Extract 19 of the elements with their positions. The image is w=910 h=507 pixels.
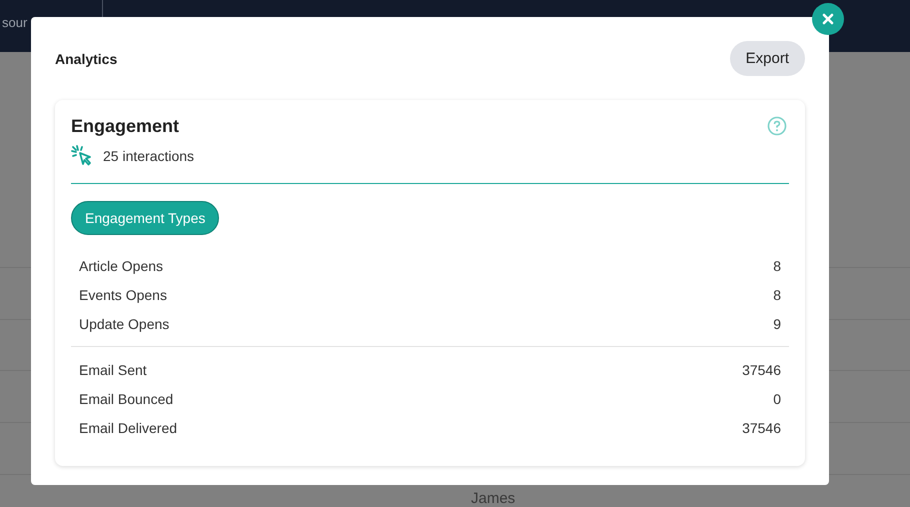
metric-label: Events Opens — [79, 286, 167, 302]
metric-label: Email Delivered — [79, 420, 178, 436]
table-cell-text: James — [470, 488, 516, 507]
metric-value: 8 — [773, 258, 781, 274]
metric-value: 0 — [773, 390, 781, 406]
interactions-count: 25 interactions — [103, 148, 194, 164]
metric-label: Email Sent — [79, 362, 147, 378]
close-icon — [822, 13, 834, 25]
metric-value: 9 — [773, 316, 781, 332]
metric-value: 8 — [773, 286, 781, 302]
metric-value: 37546 — [742, 362, 781, 378]
metric-value: 37546 — [742, 420, 781, 436]
card-title: Engagement — [71, 116, 180, 137]
modal-title: Analytics — [55, 50, 118, 66]
metric-label: Article Opens — [79, 258, 164, 274]
export-button[interactable]: Export — [730, 41, 805, 76]
metric-label: Update Opens — [79, 316, 170, 332]
cursor-click-icon — [71, 145, 93, 167]
metric-label: Email Bounced — [79, 390, 174, 406]
